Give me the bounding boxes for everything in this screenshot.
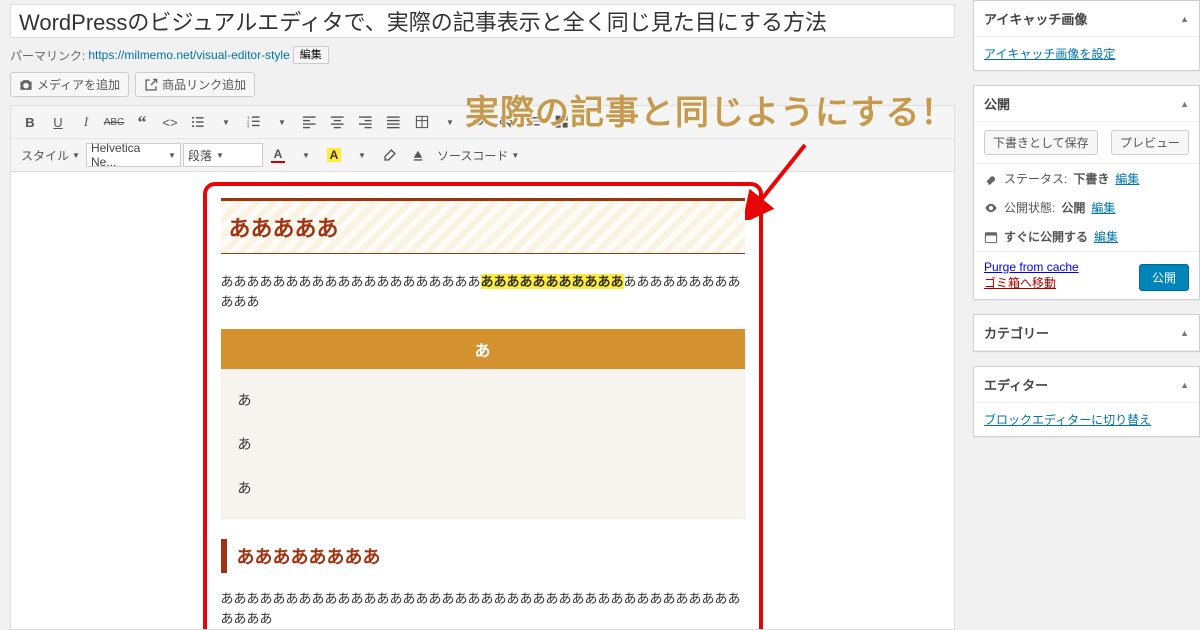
font-family-select[interactable]: Helvetica Ne...	[86, 143, 181, 167]
align-justify-button[interactable]	[381, 110, 407, 134]
featured-image-title: アイキャッチ画像	[984, 9, 1087, 28]
publish-panel: 公開 ▲ 下書きとして保存 プレビュー ステータス: 下書き 編集 公開状態: …	[973, 85, 1200, 300]
highlight-button[interactable]	[405, 143, 431, 167]
content-para-1[interactable]: ああああああああああああああああああああああああああああああああああああああああ…	[221, 272, 745, 311]
italic-button[interactable]: I	[73, 110, 99, 134]
panel-toggle-icon[interactable]: ▲	[1180, 328, 1189, 338]
table-button[interactable]	[409, 110, 435, 134]
table-dropdown-icon[interactable]: ▼	[437, 110, 463, 134]
style-dropdown[interactable]: スタイル	[17, 147, 84, 164]
bold-button[interactable]: B	[17, 110, 43, 134]
move-to-trash-link[interactable]: ゴミ箱へ移動	[984, 274, 1079, 291]
bg-color-dropdown-icon[interactable]: ▼	[349, 143, 375, 167]
schedule-edit-link[interactable]: 編集	[1094, 228, 1118, 245]
panel-toggle-icon[interactable]: ▲	[1180, 14, 1189, 24]
external-link-icon	[144, 78, 158, 92]
annotation-arrow-icon	[745, 140, 815, 220]
align-right-button[interactable]	[353, 110, 379, 134]
editor-panel: エディター ▲ ブロックエディターに切り替え	[973, 366, 1200, 437]
ol-dropdown-icon[interactable]: ▼	[269, 110, 295, 134]
panel-toggle-icon[interactable]: ▲	[1180, 99, 1189, 109]
switch-editor-link[interactable]: ブロックエディターに切り替え	[984, 413, 1151, 427]
content-para-2[interactable]: ああああああああああああああああああああああああああああああああああああああああ…	[221, 589, 745, 628]
permalink-label: パーマリンク:	[10, 47, 85, 64]
annotation-text: 実際の記事と同じようにする！	[465, 85, 955, 134]
content-h2[interactable]: あああああ	[221, 198, 745, 254]
publish-button[interactable]: 公開	[1139, 264, 1189, 291]
content-table[interactable]: あ あ あ あ	[221, 329, 745, 519]
text-color-dropdown-icon[interactable]: ▼	[293, 143, 319, 167]
text-color-button[interactable]: A	[265, 143, 291, 167]
table-cell: あ	[238, 422, 728, 466]
category-title: カテゴリー	[984, 323, 1049, 342]
category-panel: カテゴリー ▲	[973, 314, 1200, 352]
add-media-button[interactable]: メディアを追加	[10, 72, 129, 97]
bg-color-button[interactable]: A	[321, 143, 347, 167]
post-title-input[interactable]	[10, 4, 955, 38]
block-format-select[interactable]: 段落	[183, 143, 263, 167]
table-header-cell: あ	[221, 329, 745, 369]
table-cell: あ	[238, 378, 728, 422]
camera-icon	[19, 78, 33, 92]
permalink-edit-button[interactable]: 編集	[293, 46, 329, 64]
set-featured-image-link[interactable]: アイキャッチ画像を設定	[984, 47, 1115, 61]
eraser-button[interactable]	[377, 143, 403, 167]
purge-cache-link[interactable]: Purge from cache	[984, 260, 1079, 274]
table-cell: あ	[238, 466, 728, 510]
code-button[interactable]: <>	[157, 110, 183, 134]
underline-button[interactable]: U	[45, 110, 71, 134]
content-h3[interactable]: ああああああああ	[221, 539, 745, 573]
quote-button[interactable]: “	[129, 110, 155, 134]
highlighted-text: あああああああああああ	[481, 274, 624, 289]
key-icon	[984, 172, 998, 186]
status-edit-link[interactable]: 編集	[1115, 170, 1139, 187]
editor-panel-title: エディター	[984, 375, 1048, 394]
visibility-edit-link[interactable]: 編集	[1091, 199, 1115, 216]
ul-dropdown-icon[interactable]: ▼	[213, 110, 239, 134]
permalink-row: パーマリンク: https://milmemo.net/visual-edito…	[0, 44, 965, 72]
editor-content-area[interactable]: あああああ ああああああああああああああああああああああああああああああああああ…	[10, 172, 955, 630]
featured-image-panel: アイキャッチ画像 ▲ アイキャッチ画像を設定	[973, 0, 1200, 71]
strike-button[interactable]: ABC	[101, 110, 127, 134]
highlighted-preview-box: あああああ ああああああああああああああああああああああああああああああああああ…	[203, 182, 763, 630]
svg-text:3: 3	[247, 124, 250, 129]
source-code-dropdown[interactable]: ソースコード	[433, 147, 523, 164]
product-link-button[interactable]: 商品リンク追加	[135, 72, 255, 97]
calendar-icon	[984, 230, 998, 244]
panel-toggle-icon[interactable]: ▲	[1180, 380, 1189, 390]
ul-button[interactable]	[185, 110, 211, 134]
preview-button[interactable]: プレビュー	[1111, 130, 1189, 155]
ol-button[interactable]: 123	[241, 110, 267, 134]
permalink-link[interactable]: https://milmemo.net/visual-editor-style	[88, 48, 289, 62]
publish-title: 公開	[984, 94, 1010, 113]
save-draft-button[interactable]: 下書きとして保存	[984, 130, 1098, 155]
align-left-button[interactable]	[297, 110, 323, 134]
visibility-icon	[984, 201, 998, 215]
align-center-button[interactable]	[325, 110, 351, 134]
